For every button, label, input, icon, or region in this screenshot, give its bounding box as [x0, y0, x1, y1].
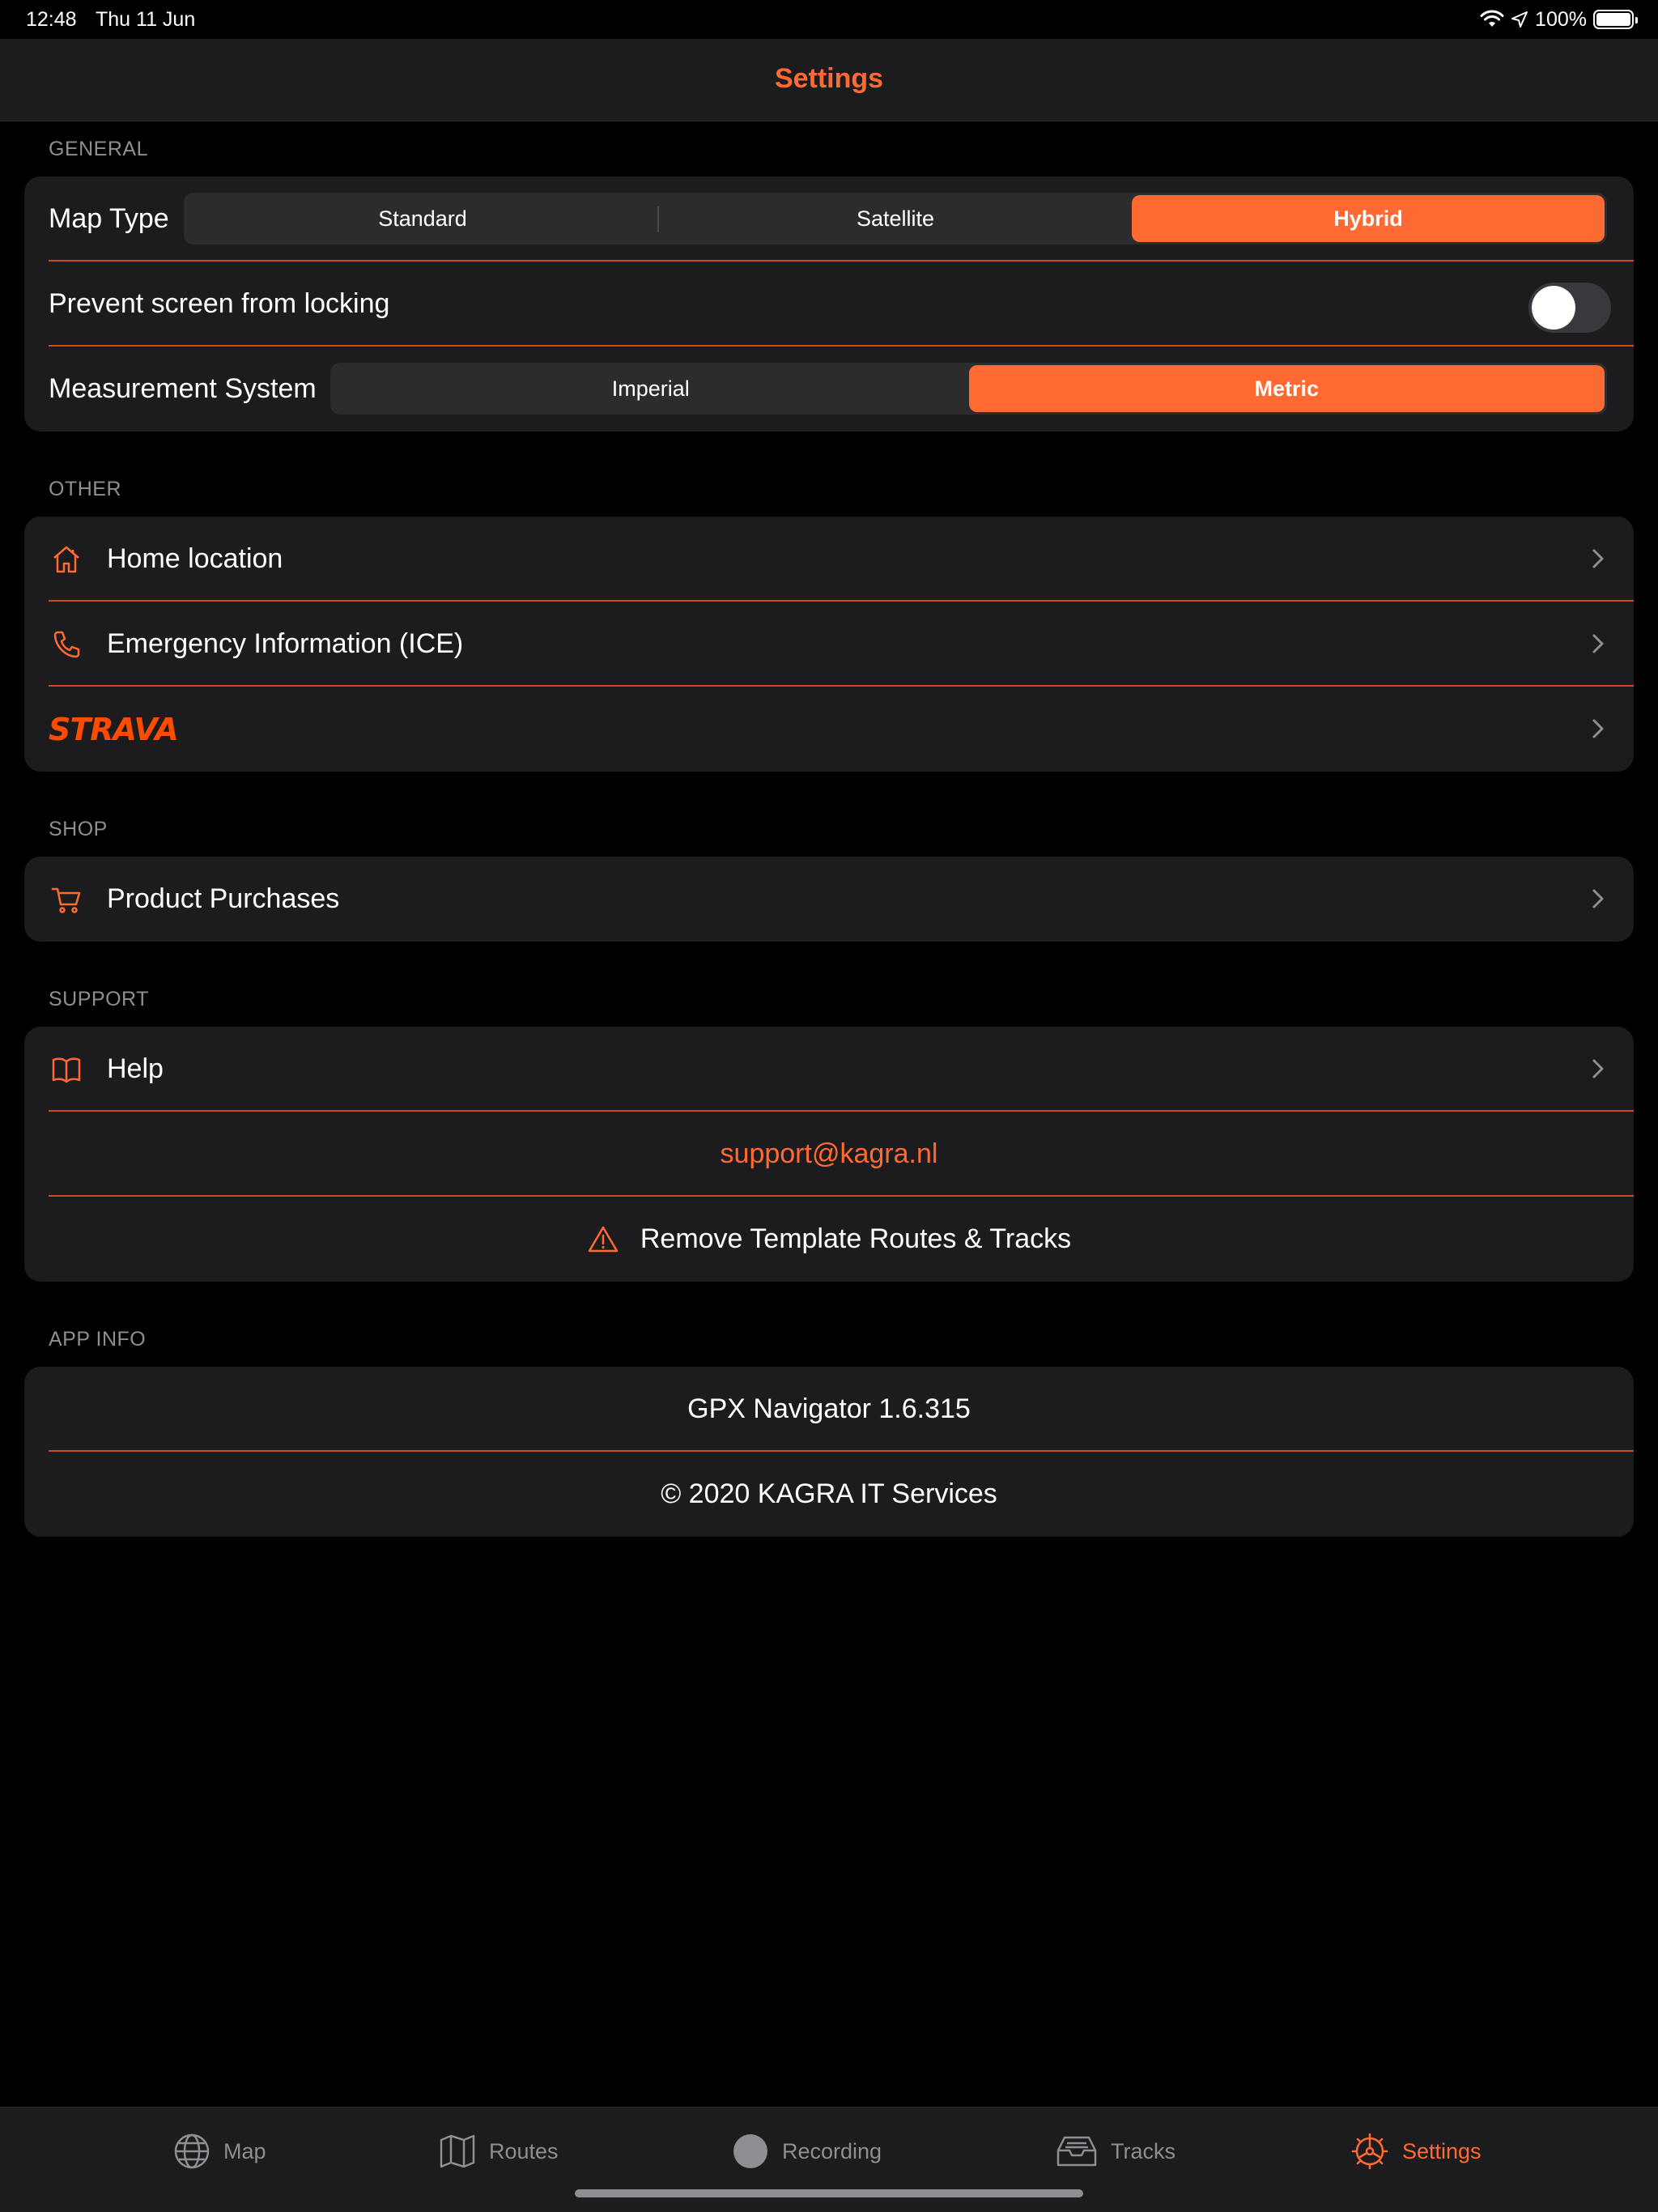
- status-indicators: 100%: [1480, 5, 1638, 34]
- tab-settings-label: Settings: [1402, 2138, 1482, 2163]
- status-time: 12:48: [26, 8, 77, 31]
- tray-icon: [1056, 2136, 1097, 2167]
- page-title: Settings: [774, 63, 884, 94]
- general-group: Map Type Standard Satellite Hybrid Preve…: [24, 177, 1634, 432]
- tab-recording-label: Recording: [782, 2138, 882, 2163]
- warning-icon: [588, 1226, 619, 1252]
- section-header-general: GENERAL: [49, 138, 148, 160]
- emergency-info-row[interactable]: Emergency Information (ICE): [24, 602, 1634, 687]
- help-row[interactable]: Help: [24, 1027, 1634, 1112]
- support-group: Help support@kagra.nl Remove Template Ro…: [24, 1027, 1634, 1282]
- support-email-link[interactable]: support@kagra.nl: [721, 1138, 938, 1170]
- tab-routes-label: Routes: [489, 2138, 559, 2163]
- prevent-lock-label: Prevent screen from locking: [49, 288, 390, 319]
- app-info-group: GPX Navigator 1.6.315 © 2020 KAGRA IT Se…: [24, 1367, 1634, 1537]
- map-type-standard[interactable]: Standard: [186, 195, 659, 242]
- status-bar: 12:48 Thu 11 Jun 100%: [0, 0, 1658, 39]
- home-location-row[interactable]: Home location: [24, 517, 1634, 602]
- chevron-right-icon: [1592, 889, 1604, 908]
- cart-icon: [49, 882, 84, 917]
- tab-map-label: Map: [223, 2138, 266, 2163]
- strava-logo: STRAVA: [49, 711, 179, 747]
- battery-icon: [1593, 10, 1638, 29]
- product-purchases-row[interactable]: Product Purchases: [24, 857, 1634, 942]
- shop-group: Product Purchases: [24, 857, 1634, 942]
- support-email-row[interactable]: support@kagra.nl: [24, 1112, 1634, 1197]
- map-type-row: Map Type Standard Satellite Hybrid: [24, 177, 1634, 262]
- tab-recording[interactable]: Recording: [732, 2127, 882, 2176]
- copyright-row: © 2020 KAGRA IT Services: [24, 1452, 1634, 1537]
- map-type-label: Map Type: [49, 203, 169, 234]
- other-group: Home location Emergency Information (ICE…: [24, 517, 1634, 772]
- globe-icon: [174, 2133, 210, 2169]
- navigation-bar: Settings: [0, 39, 1658, 121]
- measurement-metric[interactable]: Metric: [968, 365, 1605, 412]
- map-type-segmented-control: Standard Satellite Hybrid: [184, 193, 1607, 245]
- app-version-row: GPX Navigator 1.6.315: [24, 1367, 1634, 1452]
- tab-map[interactable]: Map: [173, 2127, 266, 2176]
- tab-tracks[interactable]: Tracks: [1056, 2127, 1175, 2176]
- product-purchases-label: Product Purchases: [107, 883, 340, 914]
- remove-templates-label: Remove Template Routes & Tracks: [640, 1223, 1072, 1254]
- map-type-hybrid[interactable]: Hybrid: [1132, 195, 1605, 242]
- tab-routes[interactable]: Routes: [439, 2127, 559, 2176]
- strava-row[interactable]: STRAVA: [24, 687, 1634, 772]
- gear-icon: [1351, 2133, 1388, 2170]
- measurement-system-label: Measurement System: [49, 373, 317, 404]
- section-header-shop: SHOP: [49, 818, 108, 840]
- prevent-lock-toggle[interactable]: [1528, 283, 1611, 333]
- chevron-right-icon: [1592, 634, 1604, 653]
- house-icon: [49, 542, 84, 577]
- map-type-satellite[interactable]: Satellite: [659, 195, 1132, 242]
- wifi-icon: [1480, 10, 1504, 27]
- measurement-imperial[interactable]: Imperial: [333, 365, 969, 412]
- chevron-right-icon: [1592, 549, 1604, 568]
- location-arrow-icon: [1511, 11, 1528, 28]
- status-date: Thu 11 Jun: [96, 8, 196, 31]
- section-header-app-info: APP INFO: [49, 1328, 147, 1351]
- book-icon: [49, 1052, 84, 1087]
- chevron-right-icon: [1592, 719, 1604, 738]
- map-icon: [440, 2134, 475, 2168]
- home-indicator: [575, 2189, 1083, 2197]
- measurement-segmented-control: Imperial Metric: [330, 363, 1607, 415]
- chevron-right-icon: [1592, 1059, 1604, 1078]
- battery-percentage: 100%: [1535, 7, 1587, 31]
- section-header-other: OTHER: [49, 478, 121, 500]
- section-header-support: SUPPORT: [49, 988, 149, 1010]
- record-icon: [733, 2134, 767, 2168]
- measurement-system-row: Measurement System Imperial Metric: [24, 347, 1634, 432]
- copyright-label: © 2020 KAGRA IT Services: [661, 1478, 997, 1509]
- remove-templates-row[interactable]: Remove Template Routes & Tracks: [24, 1197, 1634, 1282]
- phone-icon: [49, 627, 84, 662]
- tab-tracks-label: Tracks: [1111, 2138, 1175, 2163]
- prevent-lock-row: Prevent screen from locking: [24, 262, 1634, 347]
- app-version-label: GPX Navigator 1.6.315: [687, 1393, 971, 1424]
- help-label: Help: [107, 1053, 164, 1084]
- tab-settings[interactable]: Settings: [1350, 2127, 1482, 2176]
- emergency-info-label: Emergency Information (ICE): [107, 628, 464, 659]
- home-location-label: Home location: [107, 543, 283, 574]
